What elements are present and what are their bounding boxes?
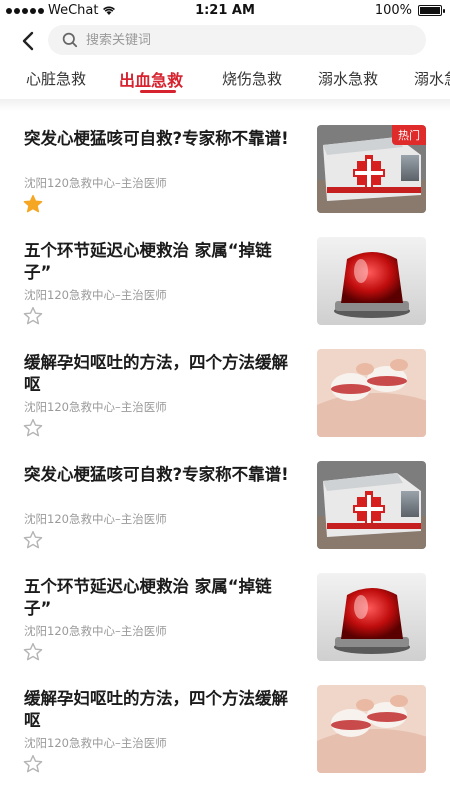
article-source: 沈阳120急救中心–主治医师 xyxy=(24,624,167,638)
battery-icon xyxy=(418,5,445,16)
article-thumbnail[interactable]: 热门 xyxy=(317,125,426,213)
battery-percent: 100% xyxy=(374,3,412,18)
search-header xyxy=(0,22,450,60)
article-title[interactable]: 五个环节延迟心梗救治 家属“掉链子” xyxy=(24,576,292,620)
article-list: 突发心梗猛咳可自救?专家称不靠谱! 沈阳120急救中心–主治医师 热门五个环节延迟心… xyxy=(0,112,450,784)
article-card[interactable]: 突发心梗猛咳可自救?专家称不靠谱! 沈阳120急救中心–主治医师 热门 xyxy=(0,112,450,224)
category-tabs: 心脏急救 出血急救 烧伤急救 溺水急救 溺水急 xyxy=(0,60,450,100)
hot-badge: 热门 xyxy=(392,125,426,145)
article-card[interactable]: 缓解孕妇呕吐的方法，四个方法缓解呕沈阳120急救中心–主治医师 xyxy=(0,672,450,784)
article-title[interactable]: 突发心梗猛咳可自救?专家称不靠谱! xyxy=(24,464,292,486)
article-title[interactable]: 缓解孕妇呕吐的方法，四个方法缓解呕 xyxy=(24,688,292,732)
article-source: 沈阳120急救中心–主治医师 xyxy=(24,288,167,302)
article-source: 沈阳120急救中心–主治医师 xyxy=(24,176,167,190)
article-title[interactable]: 缓解孕妇呕吐的方法，四个方法缓解呕 xyxy=(24,352,292,396)
article-card[interactable]: 缓解孕妇呕吐的方法，四个方法缓解呕沈阳120急救中心–主治医师 xyxy=(0,336,450,448)
tab-burn-first-aid[interactable]: 烧伤急救 xyxy=(222,68,282,89)
article-card[interactable]: 五个环节延迟心梗救治 家属“掉链子” 沈阳120急救中心–主治医师 xyxy=(0,560,450,672)
divider xyxy=(0,99,450,111)
status-bar: WeChat 1:21 AM 100% xyxy=(0,0,450,22)
article-title[interactable]: 突发心梗猛咳可自救?专家称不靠谱! xyxy=(24,128,292,150)
article-thumbnail[interactable] xyxy=(317,685,426,773)
star-icon[interactable] xyxy=(23,418,43,438)
tab-heart-first-aid[interactable]: 心脏急救 xyxy=(26,68,86,89)
star-icon[interactable] xyxy=(23,754,43,774)
star-icon[interactable] xyxy=(23,306,43,326)
siren-thumbnail xyxy=(317,573,426,661)
chevron-left-icon xyxy=(22,31,34,51)
article-card[interactable]: 突发心梗猛咳可自救?专家称不靠谱! 沈阳120急救中心–主治医师 xyxy=(0,448,450,560)
battery-status: 100% xyxy=(374,3,445,18)
article-source: 沈阳120急救中心–主治医师 xyxy=(24,512,167,526)
article-card[interactable]: 五个环节延迟心梗救治 家属“掉链子” 沈阳120急救中心–主治医师 xyxy=(0,224,450,336)
search-icon xyxy=(62,32,78,48)
tab-drowning-first-aid[interactable]: 溺水急救 xyxy=(318,68,378,89)
siren-thumbnail xyxy=(317,237,426,325)
search-bar[interactable] xyxy=(48,25,426,55)
article-source: 沈阳120急救中心–主治医师 xyxy=(24,736,167,750)
star-icon[interactable] xyxy=(23,642,43,662)
tab-bleeding-first-aid[interactable]: 出血急救 xyxy=(119,67,183,91)
star-icon[interactable] xyxy=(23,530,43,550)
article-thumbnail[interactable] xyxy=(317,573,426,661)
active-tab-indicator xyxy=(140,90,176,93)
article-thumbnail[interactable] xyxy=(317,349,426,437)
tab-drowning-first-aid-2[interactable]: 溺水急 xyxy=(414,68,450,89)
article-thumbnail[interactable] xyxy=(317,237,426,325)
star-icon[interactable] xyxy=(23,194,43,214)
ambulance-thumbnail xyxy=(317,461,426,549)
article-thumbnail[interactable] xyxy=(317,461,426,549)
baby-shoes-thumbnail xyxy=(317,685,426,773)
back-button[interactable] xyxy=(14,27,42,55)
baby-shoes-thumbnail xyxy=(317,349,426,437)
article-source: 沈阳120急救中心–主治医师 xyxy=(24,400,167,414)
search-input[interactable] xyxy=(86,32,386,48)
article-title[interactable]: 五个环节延迟心梗救治 家属“掉链子” xyxy=(24,240,292,284)
